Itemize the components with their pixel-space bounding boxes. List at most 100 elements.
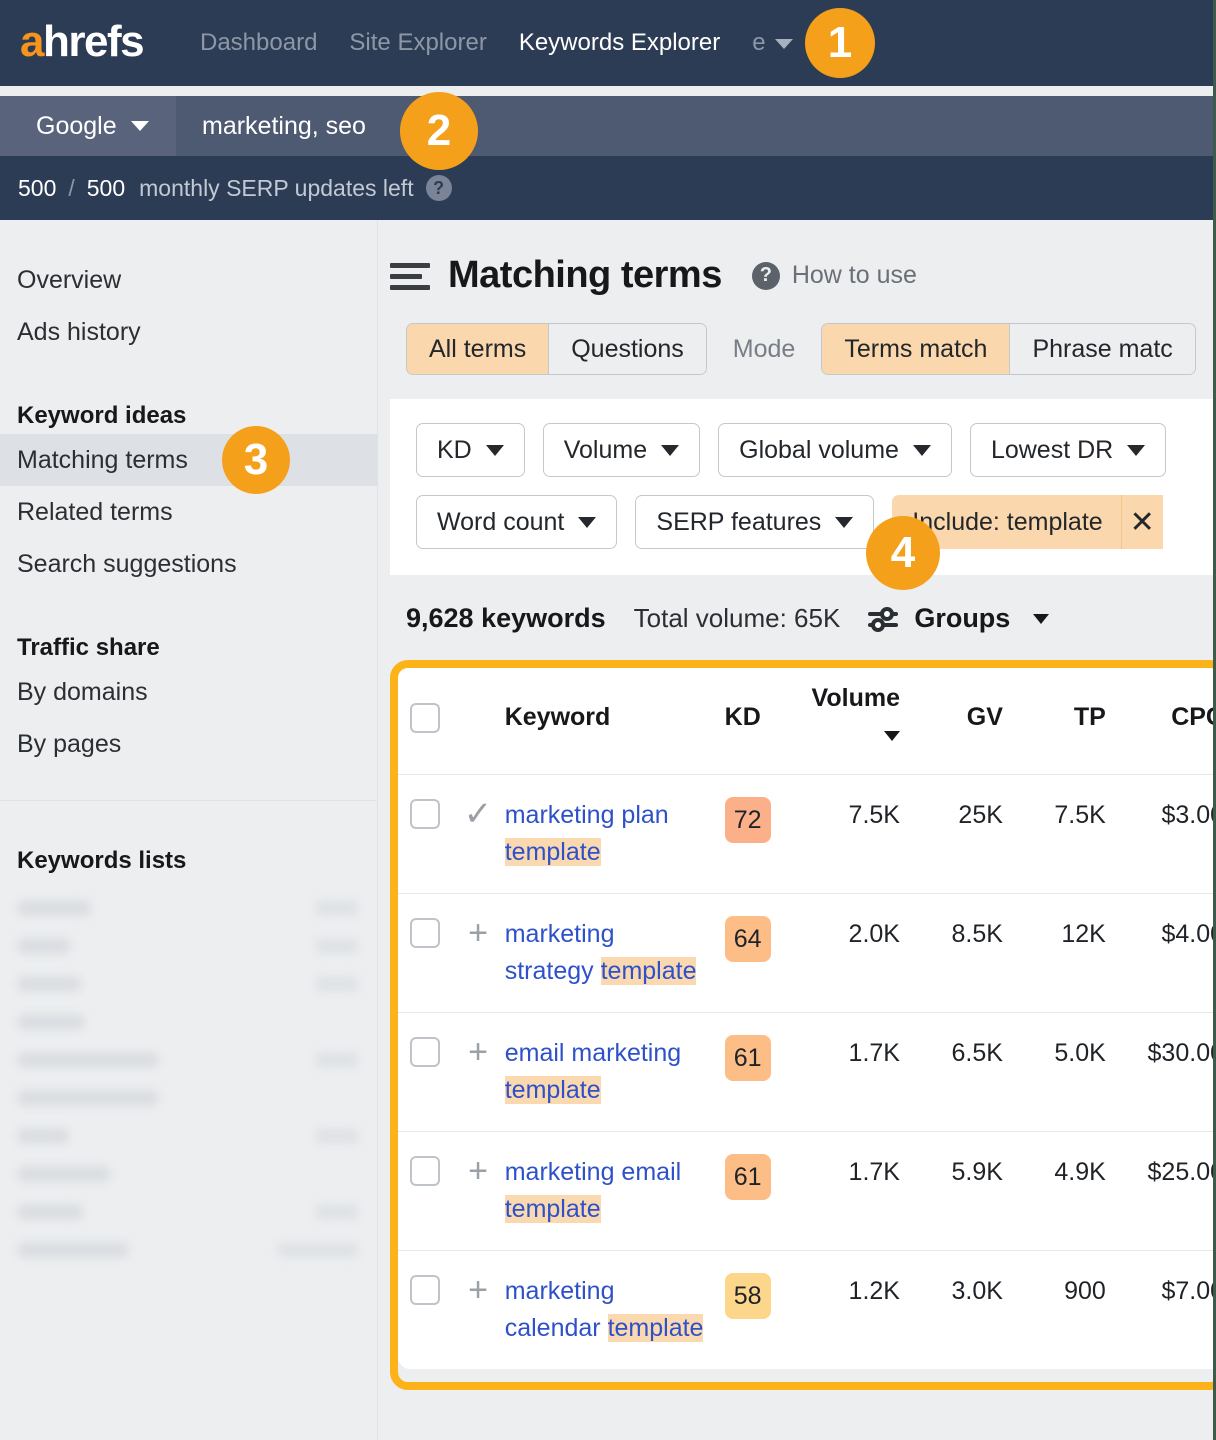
nav-link-dashboard[interactable]: Dashboard [200, 26, 317, 60]
table-row[interactable]: + email marketing template 611.7K6.5K5.0K$… [398, 1013, 1216, 1132]
column-header-cpc[interactable]: CPC [1106, 699, 1216, 736]
results-summary-bar: 9,628 keywords Total volume: 65K Groups [378, 575, 1216, 660]
table-row[interactable]: +marketing email template611.7K5.9K4.9K$… [398, 1132, 1216, 1251]
keywords-table: Keyword KD Volume GV TP CPC ✓ marketing p… [398, 660, 1216, 1369]
quota-total: 500 [87, 175, 125, 202]
column-header-keyword[interactable]: Keyword [505, 703, 717, 732]
sidebar-item-overview[interactable]: Overview [0, 254, 377, 306]
select-all-checkbox[interactable] [410, 703, 440, 733]
row-checkbox[interactable] [410, 1275, 440, 1305]
quota-label: monthly SERP updates left [139, 175, 413, 202]
step-badge-1: 1 [805, 8, 875, 78]
plus-icon[interactable]: + [468, 1035, 488, 1069]
tab-terms-match[interactable]: Terms match [822, 324, 1010, 374]
filter-volume[interactable]: Volume [543, 423, 700, 477]
filter-lowest-dr[interactable]: Lowest DR [970, 423, 1166, 477]
nav-link-more-label: e [752, 29, 765, 56]
tab-questions[interactable]: Questions [549, 324, 706, 374]
keyword-link[interactable]: marketing email template [505, 1158, 681, 1223]
filter-kd[interactable]: KD [416, 423, 525, 477]
row-select-cell [398, 1273, 451, 1305]
row-checkbox[interactable] [410, 1156, 440, 1186]
checkmark-icon[interactable]: ✓ [464, 797, 493, 831]
cpc-cell: $25.00 [1106, 1154, 1216, 1191]
how-to-use-link[interactable]: ? How to use [752, 261, 917, 290]
plus-icon[interactable]: + [468, 1273, 488, 1307]
tp-cell: 4.9K [1003, 1154, 1106, 1191]
keyword-count: 9,628 keywords [406, 603, 606, 634]
table-row[interactable]: +marketing calendar template581.2K3.0K90… [398, 1251, 1216, 1369]
search-engine-selector[interactable]: Google [0, 96, 176, 156]
close-icon[interactable]: ✕ [1121, 495, 1163, 549]
keyword-cell: marketing plan template [505, 797, 717, 871]
gv-cell: 6.5K [900, 1035, 1003, 1072]
keyword-link[interactable]: marketing calendar template [505, 1277, 704, 1342]
row-checkbox[interactable] [410, 918, 440, 948]
filter-word-count[interactable]: Word count [416, 495, 617, 549]
row-checkbox[interactable] [410, 1037, 440, 1067]
hamburger-menu-icon[interactable] [390, 261, 430, 291]
tp-cell: 900 [1003, 1273, 1106, 1310]
keyword-link[interactable]: marketing strategy template [505, 920, 697, 985]
column-header-volume[interactable]: Volume [797, 680, 900, 754]
sidebar-spacer [0, 590, 377, 616]
sidebar-spacer [0, 358, 377, 384]
kd-badge: 72 [725, 797, 771, 843]
nav-link-site-explorer[interactable]: Site Explorer [349, 26, 486, 60]
nav-link-more[interactable]: e [752, 26, 792, 60]
sidebar-item-search-suggestions[interactable]: Search suggestions [0, 538, 377, 590]
filters-panel: KD Volume Global volume Lowest DR Word c… [390, 399, 1216, 575]
groups-dropdown[interactable]: Groups [868, 603, 1049, 634]
search-bar: Google marketing, seo [0, 96, 1216, 156]
keyword-highlight: template [505, 1076, 601, 1104]
sidebar-item-related-terms[interactable]: Related terms [0, 486, 377, 538]
kd-cell: 61 [717, 1035, 797, 1081]
sidebar-item-by-pages[interactable]: By pages [0, 718, 377, 770]
volume-cell: 1.7K [797, 1035, 900, 1072]
quota-separator: / [68, 175, 74, 202]
step-badge-3: 3 [222, 426, 290, 494]
sidebar-heading-keyword-ideas: Keyword ideas [0, 384, 377, 434]
table-row[interactable]: +marketing strategy template642.0K8.5K12… [398, 894, 1216, 1013]
row-select-cell [398, 916, 451, 948]
filter-serp-features[interactable]: SERP features [635, 495, 874, 549]
table-row[interactable]: ✓marketing plan template727.5K25K7.5K$3.… [398, 775, 1216, 894]
keyword-search-input[interactable]: marketing, seo [176, 112, 1216, 141]
filter-global-volume[interactable]: Global volume [718, 423, 952, 477]
plus-icon[interactable]: + [468, 1154, 488, 1188]
keywords-table-wrapper: Keyword KD Volume GV TP CPC ✓ marketing p… [390, 660, 1216, 1369]
chevron-down-icon [835, 517, 853, 528]
keyword-link[interactable]: marketing plan template [505, 801, 669, 866]
page-title: Matching terms [448, 254, 722, 297]
total-volume: Total volume: 65K [634, 603, 841, 634]
plus-icon[interactable]: + [468, 916, 488, 950]
volume-cell: 1.7K [797, 1154, 900, 1191]
ahrefs-logo[interactable]: ahrefs [20, 14, 143, 70]
keyword-highlight: template [505, 838, 601, 866]
filter-volume-label: Volume [564, 436, 647, 465]
cpc-cell: $30.00 [1106, 1035, 1216, 1072]
column-header-tp[interactable]: TP [1003, 699, 1106, 736]
terms-mode-tabs-row: All terms Questions Mode Terms match Phr… [378, 297, 1216, 375]
sidebar-item-ads-history[interactable]: Ads history [0, 306, 377, 358]
help-icon[interactable]: ? [426, 175, 452, 201]
row-action-cell: + [451, 916, 504, 950]
cpc-cell: $7.00 [1106, 1273, 1216, 1310]
tab-phrase-match[interactable]: Phrase matc [1010, 324, 1194, 374]
tp-cell: 12K [1003, 916, 1106, 953]
search-engine-label: Google [36, 112, 117, 141]
column-header-gv[interactable]: GV [900, 699, 1003, 736]
tp-cell: 5.0K [1003, 1035, 1106, 1072]
sidebar-item-by-domains[interactable]: By domains [0, 666, 377, 718]
tab-all-terms[interactable]: All terms [407, 324, 549, 374]
nav-link-keywords-explorer[interactable]: Keywords Explorer [519, 26, 720, 60]
keyword-highlight: template [505, 1195, 601, 1223]
kd-cell: 64 [717, 916, 797, 962]
row-checkbox[interactable] [410, 799, 440, 829]
keyword-link[interactable]: email marketing template [505, 1039, 681, 1104]
row-action-cell: + [451, 1273, 504, 1307]
top-navigation-bar: ahrefs Dashboard Site Explorer Keywords … [0, 0, 1216, 86]
column-header-kd[interactable]: KD [725, 703, 761, 732]
sidebar-item-matching-terms[interactable]: Matching terms [0, 434, 377, 486]
row-action-cell: + [451, 1154, 504, 1188]
